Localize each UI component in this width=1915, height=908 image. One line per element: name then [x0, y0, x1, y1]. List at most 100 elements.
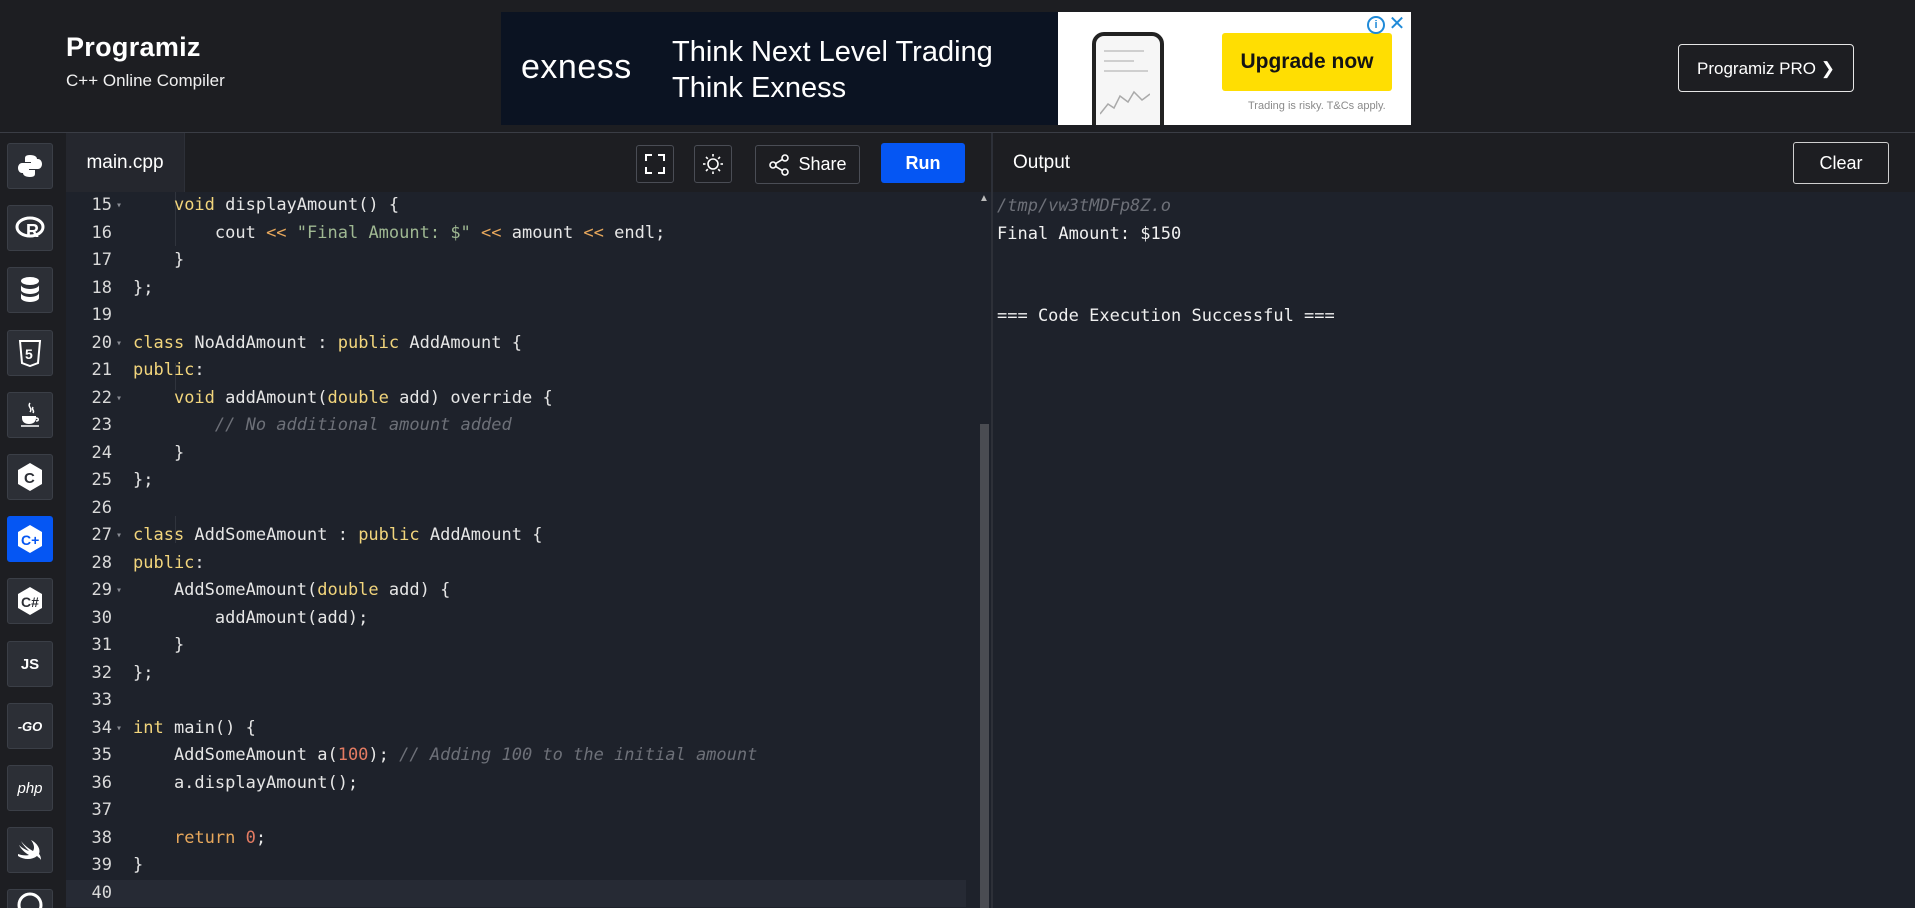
ad-banner[interactable]: exness Think Next Level Trading Think Ex… [501, 12, 1411, 125]
brand[interactable]: Programiz C++ Online Compiler [66, 32, 225, 91]
cpp-language-icon[interactable]: C+ [7, 516, 53, 562]
share-button[interactable]: Share [755, 145, 860, 184]
code-line[interactable]: 25}; [66, 467, 966, 494]
line-number: 34 [91, 717, 112, 738]
phone-screen-line [1104, 70, 1148, 72]
run-button[interactable]: Run [881, 143, 965, 183]
code-line[interactable]: 20 ▾ class NoAddAmount : public AddAmount … [66, 330, 966, 357]
code-text: public: [133, 552, 205, 573]
programiz-pro-button[interactable]: Programiz PRO ❯ [1678, 44, 1854, 92]
fold-arrow-icon[interactable]: ▾ [116, 715, 122, 742]
code-line[interactable]: 16 cout << "Final Amount: $" << amount <… [66, 220, 966, 247]
code-text: void displayAmount() { [173, 195, 400, 215]
more-languages-icon[interactable] [7, 889, 53, 908]
html5-icon[interactable]: 5 [7, 330, 53, 376]
python-icon[interactable] [7, 143, 53, 189]
fold-arrow-icon[interactable]: ▾ [116, 385, 122, 412]
line-number: 27 [91, 525, 112, 545]
r-language-icon[interactable]: R [7, 205, 53, 251]
code-line[interactable]: 27 ▾ class AddSomeAmount : public AddAmoun… [66, 522, 966, 549]
code-text: } [133, 442, 185, 463]
go-label: -GO [17, 718, 43, 734]
java-icon[interactable] [7, 392, 53, 438]
code-line[interactable]: 18}; [66, 275, 966, 302]
output-toolbar: Output Clear [993, 133, 1915, 193]
code-line[interactable]: 26 [66, 495, 966, 522]
line-number: 28 [91, 552, 112, 573]
ad-disclaimer: Trading is risky. T&Cs apply. [1248, 100, 1386, 112]
editor-scrollbar-thumb[interactable] [980, 424, 989, 908]
code-line[interactable]: 35 AddSomeAmount a(100); // Adding 100 t… [66, 742, 966, 769]
sidebar-gap [58, 133, 66, 908]
file-tab-main-cpp[interactable]: main.cpp [66, 133, 185, 192]
fold-arrow-icon[interactable]: ▾ [116, 330, 122, 357]
phone-screen-line [1104, 50, 1144, 52]
line-number: 16 [91, 222, 112, 243]
code-line[interactable]: 23 // No additional amount added [66, 412, 966, 439]
code-text: return 0; [173, 827, 267, 848]
code-editor[interactable]: 15 ▾ void displayAmount() {16 cout << "Fi… [66, 192, 978, 908]
line-number: 21 [91, 360, 112, 380]
code-text: class AddSomeAmount : public AddAmount { [133, 525, 543, 545]
svg-text:C: C [24, 470, 35, 487]
code-line[interactable]: 34 ▾ int main() { [66, 715, 966, 742]
line-number: 25 [91, 470, 112, 490]
swift-bird-icon [18, 840, 41, 860]
code-line[interactable]: 28 public: [66, 550, 966, 577]
ad-close-icon[interactable]: ✕ [1387, 14, 1407, 34]
code-line[interactable]: 37 [66, 797, 966, 824]
scroll-up-arrow-icon[interactable]: ▲ [979, 193, 989, 204]
ad-logo: exness [521, 48, 632, 86]
line-number: 38 [91, 827, 112, 848]
line-number: 26 [91, 497, 112, 518]
javascript-icon[interactable]: JS [7, 641, 53, 687]
code-text: } [133, 635, 185, 655]
sql-database-icon[interactable] [7, 267, 53, 313]
c-language-icon[interactable]: C [7, 454, 53, 500]
code-line[interactable]: 19 [66, 302, 966, 329]
code-text: }; [133, 662, 154, 683]
code-line[interactable]: 17 } [66, 247, 966, 274]
c-hexagon-icon: C [18, 463, 42, 491]
html5-shield-icon: 5 [18, 340, 42, 367]
line-number: 24 [91, 442, 112, 463]
code-line[interactable]: 36 a.displayAmount(); [66, 770, 966, 797]
ad-upgrade-button[interactable]: Upgrade now [1222, 33, 1392, 91]
code-line[interactable]: 31 } [66, 632, 966, 659]
code-line[interactable]: 39} [66, 852, 966, 879]
code-text: cout << "Final Amount: $" << amount << e… [133, 222, 666, 243]
output-result-line: Final Amount: $150 [997, 224, 1182, 244]
fullscreen-button[interactable] [636, 145, 674, 183]
code-line[interactable]: 33 [66, 687, 966, 714]
line-number: 36 [91, 772, 112, 793]
code-text: addAmount(add); [133, 607, 369, 628]
clear-button[interactable]: Clear [1793, 142, 1889, 184]
code-line[interactable]: 21 public: [66, 357, 966, 384]
code-line[interactable]: 22 ▾ void addAmount(double add) override … [66, 385, 966, 412]
csharp-language-icon[interactable]: C# [7, 578, 53, 624]
code-text: AddSomeAmount(double add) { [133, 580, 451, 600]
line-number: 17 [91, 250, 112, 270]
code-line[interactable]: 24 } [66, 440, 966, 467]
code-text: void addAmount(double add) override { [173, 387, 553, 408]
fold-arrow-icon[interactable]: ▾ [116, 577, 122, 604]
ad-info-icon[interactable]: i [1367, 16, 1385, 34]
code-text: a.displayAmount(); [133, 772, 359, 793]
java-cup-icon [21, 402, 39, 427]
fold-arrow-icon[interactable]: ▾ [116, 522, 122, 549]
code-text: }; [133, 470, 154, 490]
code-line[interactable]: 40 [66, 879, 966, 907]
code-line[interactable]: 32}; [66, 660, 966, 687]
code-text: } [133, 250, 185, 270]
go-language-icon[interactable]: -GO [7, 703, 53, 749]
ad-headline-line-2: Think Exness [672, 72, 847, 104]
code-line[interactable]: 15 ▾ void displayAmount() { [66, 192, 966, 219]
code-line[interactable]: 38 return 0; [66, 825, 966, 852]
theme-toggle-button[interactable] [694, 145, 732, 183]
code-line[interactable]: 29 ▾ AddSomeAmount(double add) { [66, 577, 966, 604]
php-icon[interactable]: php [7, 765, 53, 811]
swift-icon[interactable] [7, 827, 53, 873]
line-number: 15 [91, 195, 112, 215]
fold-arrow-icon[interactable]: ▾ [116, 192, 122, 219]
code-line[interactable]: 30 addAmount(add); [66, 605, 966, 632]
